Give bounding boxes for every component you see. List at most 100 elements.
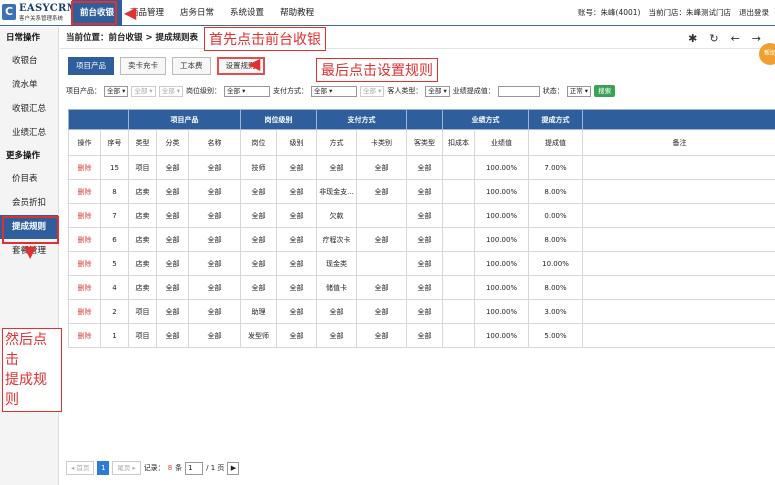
- refresh-icon[interactable]: ↻: [709, 32, 718, 45]
- table-cell: 全部: [240, 179, 278, 204]
- table-cell: 全部: [156, 203, 189, 228]
- table-cell: 8: [100, 179, 129, 204]
- filter-product-select-3[interactable]: 全部 ▾: [158, 85, 184, 97]
- account-user: 账号：朱峰(4001): [578, 8, 641, 17]
- delete-link[interactable]: 删除: [68, 203, 101, 228]
- table-cell: 全部: [356, 155, 408, 180]
- last-page-button[interactable]: 尾页 ▸: [112, 461, 141, 475]
- sidebar-item-cashier[interactable]: 收银台: [0, 49, 58, 73]
- table-cell: 全部: [156, 179, 189, 204]
- filter-perf-input[interactable]: [497, 85, 540, 97]
- annotation-first: 首先点击前台收银: [204, 27, 326, 51]
- column-header: 提成值: [528, 129, 584, 156]
- filter-perf-label: 业绩提成值：: [452, 87, 495, 95]
- filter-product-select-2[interactable]: 全部 ▾: [131, 85, 156, 97]
- sidebar-item-summary[interactable]: 收银汇总: [0, 97, 58, 121]
- annotation-arrow-icon: ◀: [124, 3, 137, 22]
- filter-level-select[interactable]: 全部 ▾: [224, 85, 271, 97]
- table-cell: 5.00%: [528, 323, 584, 348]
- table-cell: 全部: [356, 323, 408, 348]
- tab-fee[interactable]: 工本费: [172, 57, 211, 75]
- table-cell: 全部: [356, 299, 408, 324]
- filter-pay-select-2[interactable]: 全部 ▾: [360, 85, 385, 97]
- table-cell: [582, 179, 775, 204]
- column-header: 客类型: [406, 129, 444, 156]
- filter-pay-select[interactable]: 全部 ▾: [311, 85, 358, 97]
- filter-status-select[interactable]: 正常 ▾: [566, 85, 592, 97]
- group-header-blank-2: [406, 109, 444, 130]
- delete-link[interactable]: 删除: [68, 323, 101, 348]
- table-cell: 全部: [187, 203, 242, 228]
- search-button[interactable]: 搜索: [594, 85, 616, 97]
- table-cell: 2: [100, 299, 129, 324]
- table-row: 删除 5 店卖 全部 全部 全部 全部 现金类 全部 100.00% 10.00%: [68, 251, 775, 276]
- delete-link[interactable]: 删除: [68, 155, 101, 180]
- sidebar-item-performance[interactable]: 业绩汇总: [0, 121, 58, 145]
- sidebar-item-flow[interactable]: 流水单: [0, 73, 58, 97]
- sidebar-item-member-discount[interactable]: 会员折扣: [0, 191, 58, 215]
- table-cell: 店卖: [128, 251, 157, 276]
- delete-link[interactable]: 删除: [68, 227, 101, 252]
- delete-link[interactable]: 删除: [68, 179, 101, 204]
- records-count: 8: [167, 464, 173, 472]
- group-header-level: 岗位级别: [240, 109, 318, 130]
- delete-link[interactable]: 删除: [68, 299, 101, 324]
- table-cell: 项目: [128, 155, 157, 180]
- table-cell: 100.00%: [474, 155, 530, 180]
- column-header: 序号: [100, 129, 129, 156]
- forward-icon[interactable]: →: [752, 32, 761, 45]
- table-cell: 100.00%: [474, 323, 530, 348]
- table-cell: 全部: [276, 275, 318, 300]
- table-cell: 全部: [187, 323, 242, 348]
- logout-link[interactable]: 退出登录: [739, 0, 769, 26]
- table-cell: 全部: [406, 203, 444, 228]
- table-cell: 疗程次卡: [316, 227, 358, 252]
- table-cell: 全部: [156, 299, 189, 324]
- sidebar-item-pricelist[interactable]: 价目表: [0, 167, 58, 191]
- filter-product-select[interactable]: 全部 ▾: [104, 85, 129, 97]
- gear-icon[interactable]: ✱: [688, 32, 697, 45]
- logo-mark-icon: C: [2, 4, 16, 20]
- tab-products[interactable]: 项目产品: [68, 57, 114, 75]
- table-cell: [442, 299, 476, 324]
- page-number-button[interactable]: 1: [97, 461, 110, 475]
- logo-title: EASYCRM: [19, 3, 79, 14]
- column-header: 级别: [276, 129, 318, 156]
- annotation-arrow-icon: ◀: [248, 54, 261, 73]
- group-header-commission: 提成方式: [528, 109, 584, 130]
- table-cell: 助理: [240, 299, 278, 324]
- table-cell: [582, 323, 775, 348]
- page-input[interactable]: 1: [185, 461, 204, 475]
- table-row: 删除 8 店卖 全部 全部 全部 全部 非现金支... 全部 全部 100.00% 8.00%: [68, 179, 775, 204]
- table-cell: [582, 227, 775, 252]
- table-cell: 8.00%: [528, 227, 584, 252]
- annotation-box-commission: [2, 216, 59, 244]
- back-icon[interactable]: ←: [731, 32, 740, 45]
- filter-customer-select[interactable]: 全部 ▾: [425, 85, 450, 97]
- commission-table: 项目产品 岗位级别 支付方式 业绩方式 提成方式 操作 序号 类型 分类 名称 岗位 级别方…: [68, 109, 775, 348]
- topnav-item-daily[interactable]: 店务日常: [172, 0, 222, 26]
- table-cell: 5: [100, 251, 129, 276]
- table-cell: 店卖: [128, 179, 157, 204]
- table-cell: 全部: [187, 179, 242, 204]
- table-cell: [582, 275, 775, 300]
- topnav-item-help[interactable]: 帮助教程: [272, 0, 322, 26]
- table-cell: 全部: [240, 227, 278, 252]
- table-row: 删除 15 项目 全部 全部 技师 全部 全部 全部 全部 100.00% 7.00%: [68, 155, 775, 180]
- table-cell: 全部: [406, 299, 444, 324]
- table-cell: 全部: [316, 323, 358, 348]
- table-cell: 全部: [156, 323, 189, 348]
- table-cell: 非现金支...: [316, 179, 358, 204]
- go-page-button[interactable]: ▶: [227, 461, 240, 475]
- topnav-item-settings[interactable]: 系统设置: [222, 0, 272, 26]
- tab-card-sale[interactable]: 卖卡充卡: [120, 57, 166, 75]
- table-cell: 项目: [128, 323, 157, 348]
- help-badge[interactable]: 帮助: [759, 43, 775, 65]
- table-cell: 店卖: [128, 227, 157, 252]
- table-cell: [442, 251, 476, 276]
- sidebar-group-more: 更多操作: [6, 151, 41, 161]
- delete-link[interactable]: 删除: [68, 251, 101, 276]
- column-header-row: 操作 序号 类型 分类 名称 岗位 级别 方式 卡类别 客类型 扣成本 业绩值 提成值 备注: [68, 129, 775, 156]
- delete-link[interactable]: 删除: [68, 275, 101, 300]
- first-page-button[interactable]: ◂ 首页: [66, 461, 95, 475]
